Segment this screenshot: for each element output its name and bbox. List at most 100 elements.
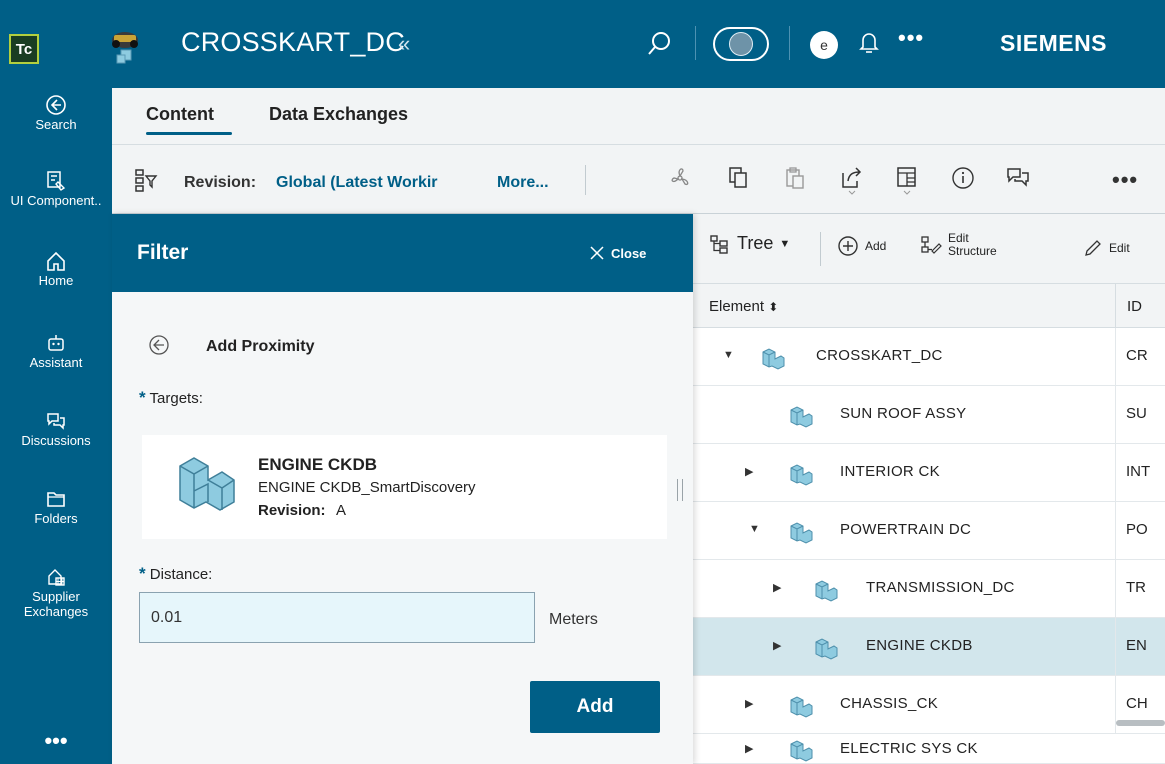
distance-input[interactable]: [139, 592, 535, 643]
context-switch-button[interactable]: [713, 27, 769, 61]
table-row[interactable]: ▼ CROSSKART_DC CR: [693, 328, 1165, 386]
collapse-icon[interactable]: «: [398, 31, 410, 57]
discussions-icon: [47, 413, 65, 430]
expand-caret-icon[interactable]: ▶: [773, 581, 781, 594]
top-bar: Tc CROSSKART_DC « e ••• SIEMENS: [0, 0, 1165, 88]
more-options-icon[interactable]: •••: [898, 25, 924, 51]
edit-structure-label-2: Structure: [948, 244, 997, 258]
column-header-element[interactable]: Element ⬍: [709, 298, 778, 315]
nav-item-search[interactable]: Search: [0, 94, 112, 132]
context-dot-icon: [729, 32, 753, 56]
filter-title: Filter: [137, 241, 189, 264]
column-divider: [1115, 328, 1116, 386]
add-button[interactable]: Add: [837, 235, 886, 257]
expand-caret-icon[interactable]: ▶: [773, 639, 781, 652]
table-row[interactable]: ▶ CHASSIS_CK CH: [693, 676, 1165, 734]
nav-label: Search: [35, 117, 77, 132]
row-name: SUN ROOF ASSY: [840, 405, 967, 422]
tab-content[interactable]: Content: [146, 104, 214, 125]
chevron-down-icon: ▼: [779, 237, 791, 250]
targets-label: * Targets:: [139, 388, 203, 408]
column-divider: [1115, 386, 1116, 444]
revision-label: Revision:: [184, 174, 257, 191]
teamcenter-logo[interactable]: Tc: [9, 34, 39, 64]
row-id: TR: [1126, 579, 1146, 596]
product-thumbnail-icon: [108, 26, 142, 64]
target-description: ENGINE CKDB_SmartDiscovery: [258, 479, 476, 496]
close-button[interactable]: Close: [588, 244, 646, 262]
more-commands-icon[interactable]: •••: [1112, 167, 1138, 193]
supplier-exchange-icon: [48, 569, 65, 586]
structure-tree-panel: Tree ▼ Add Edit Structure Edit Element ⬍…: [693, 214, 1165, 764]
add-button[interactable]: Add: [530, 681, 660, 733]
edit-button[interactable]: Edit: [1083, 238, 1130, 258]
column-divider: [1115, 560, 1116, 618]
left-navigation: Search UI Component.. Home Assistant Dis…: [0, 88, 112, 764]
assembly-icon: [788, 460, 814, 491]
row-id: INT: [1126, 463, 1151, 480]
nav-more-icon[interactable]: •••: [0, 728, 112, 754]
column-divider: [1115, 284, 1116, 328]
nav-item-discussions[interactable]: Discussions: [0, 410, 112, 448]
folder-icon: [47, 492, 65, 507]
table-row[interactable]: ▶ INTERIOR CK INT: [693, 444, 1165, 502]
collapse-caret-icon[interactable]: ▼: [723, 349, 734, 361]
horizontal-scrollbar[interactable]: [1116, 720, 1165, 726]
table-row[interactable]: ▶ ELECTRIC SYS CK: [693, 734, 1165, 764]
assembly-icon: [813, 576, 839, 607]
tree-toolbar: Tree ▼ Add Edit Structure Edit: [693, 214, 1165, 284]
assembly-icon: [176, 454, 236, 521]
nav-item-folders[interactable]: Folders: [0, 488, 112, 526]
revision-more-link[interactable]: More...: [497, 174, 549, 192]
toolbar-divider: [820, 232, 821, 266]
bell-icon[interactable]: [859, 30, 879, 59]
nav-item-ui-component[interactable]: UI Component..: [0, 170, 112, 208]
revision-rule-icon[interactable]: [132, 167, 158, 198]
column-header-id[interactable]: ID: [1127, 298, 1142, 315]
view-mode-button[interactable]: Tree ▼: [709, 233, 790, 254]
tab-data-exchanges[interactable]: Data Exchanges: [269, 104, 408, 125]
filter-body: Add Proximity * Targets: ENGINE CKDB ENG…: [112, 292, 693, 764]
table-row[interactable]: SUN ROOF ASSY SU: [693, 386, 1165, 444]
expand-caret-icon[interactable]: ▶: [745, 742, 753, 755]
brand-logo: SIEMENS: [1000, 30, 1108, 56]
table-row[interactable]: ▼ POWERTRAIN DC PO: [693, 502, 1165, 560]
nav-label: Home: [38, 273, 74, 288]
nav-item-supplier-exchanges[interactable]: Supplier Exchanges: [0, 566, 112, 619]
resize-handle[interactable]: [677, 479, 683, 501]
tab-bar: Content Data Exchanges: [112, 88, 1165, 145]
avatar[interactable]: e: [810, 31, 838, 59]
nav-label: Discussions: [21, 433, 91, 448]
row-name: CHASSIS_CK: [840, 695, 939, 712]
assembly-icon: [788, 518, 814, 549]
back-icon[interactable]: [148, 334, 170, 361]
required-mark: *: [139, 388, 146, 407]
assembly-icon: [788, 736, 814, 763]
table-row[interactable]: ▶ TRANSMISSION_DC TR: [693, 560, 1165, 618]
fan-icon[interactable]: [667, 165, 695, 193]
row-name: CROSSKART_DC: [816, 347, 943, 364]
paste-icon[interactable]: [782, 165, 810, 193]
edit-structure-button[interactable]: Edit Structure: [920, 232, 997, 258]
nav-item-home[interactable]: Home: [0, 250, 112, 288]
search-icon[interactable]: [647, 31, 671, 62]
info-icon[interactable]: [950, 165, 978, 193]
expand-caret-icon[interactable]: ▶: [745, 697, 753, 710]
column-divider: [1115, 502, 1116, 560]
edit-structure-icon: [921, 236, 942, 254]
target-card[interactable]: ENGINE CKDB ENGINE CKDB_SmartDiscovery R…: [142, 435, 667, 539]
nav-item-assistant[interactable]: Assistant: [0, 332, 112, 370]
collapse-caret-icon[interactable]: ▼: [749, 523, 760, 535]
table-row-selected[interactable]: ▶ ENGINE CKDB EN: [693, 618, 1165, 676]
row-name: INTERIOR CK: [840, 463, 940, 480]
row-id: PO: [1126, 521, 1148, 538]
share-icon[interactable]: [839, 165, 867, 195]
tree-icon: [710, 234, 728, 254]
ui-component-icon: [47, 171, 66, 191]
target-revision-label: Revision:: [258, 502, 326, 519]
layout-icon[interactable]: [894, 165, 922, 195]
revision-rule-link[interactable]: Global (Latest Workir: [276, 174, 474, 192]
copy-icon[interactable]: [725, 165, 753, 193]
expand-caret-icon[interactable]: ▶: [745, 465, 753, 478]
discussion-icon[interactable]: [1005, 165, 1033, 193]
